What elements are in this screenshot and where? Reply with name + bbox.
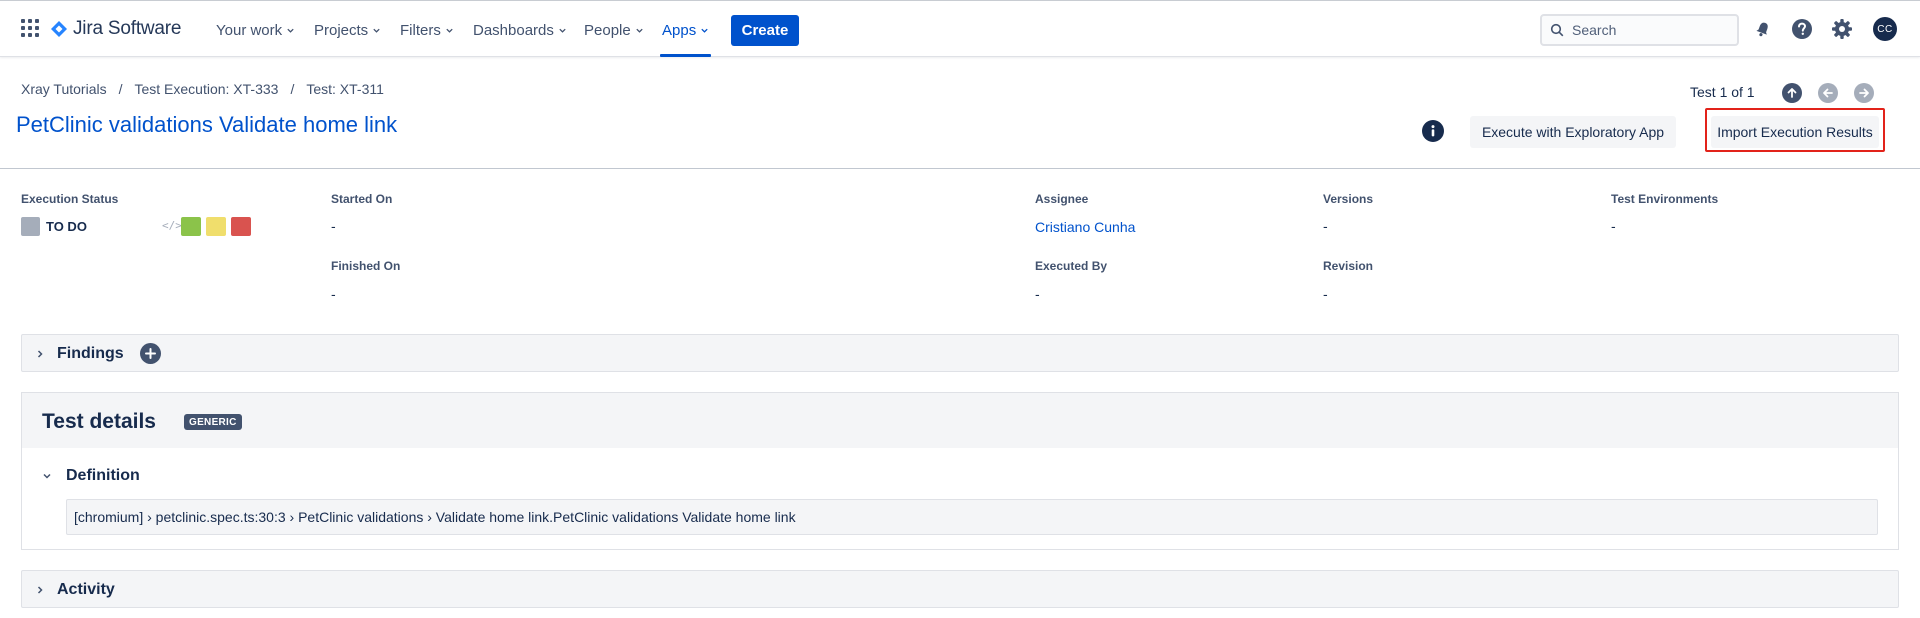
test-details-panel: Test details GENERIC Definition [chromiu… [21, 392, 1899, 550]
question-circle-icon [1792, 19, 1812, 39]
findings-panel[interactable]: Findings [21, 334, 1899, 372]
assignee-value[interactable]: Cristiano Cunha [1035, 219, 1135, 235]
finished-on-label: Finished On [331, 259, 401, 273]
current-status-swatch [21, 217, 40, 236]
top-navigation: Jira Software Your work Projects Filters… [0, 0, 1920, 57]
chevron-down-icon [446, 28, 453, 33]
finished-on-value: - [331, 286, 336, 302]
nav-your-work-label: Your work [216, 21, 283, 39]
test-type-badge: GENERIC [184, 414, 242, 430]
create-button[interactable]: Create [731, 15, 799, 46]
nav-projects-label: Projects [314, 21, 369, 39]
test-environments-label: Test Environments [1611, 192, 1719, 206]
nav-filters[interactable]: Filters [400, 20, 454, 40]
definition-text: [chromium] › petclinic.spec.ts:30:3 › Pe… [66, 499, 1878, 535]
search-input[interactable] [1572, 22, 1732, 38]
activity-panel[interactable]: Activity [21, 570, 1899, 608]
plus-icon [145, 348, 156, 359]
breadcrumb: Xray Tutorials / Test Execution: XT-333 … [21, 81, 384, 97]
findings-title: Findings [57, 345, 124, 362]
breadcrumb-item-test-execution[interactable]: Test Execution: XT-333 [134, 81, 278, 97]
page-title[interactable]: PetClinic validations Validate home link [16, 112, 397, 138]
breadcrumb-item-project[interactable]: Xray Tutorials [21, 81, 107, 97]
nav-people[interactable]: People [584, 20, 644, 40]
nav-dashboards-label: Dashboards [473, 21, 554, 39]
status-fail-option[interactable] [231, 217, 251, 236]
nav-people-label: People [584, 21, 631, 39]
chevron-down-icon[interactable] [42, 471, 52, 481]
code-icon[interactable]: </> [162, 219, 182, 232]
highlight-annotation [1705, 108, 1885, 152]
header-divider [0, 168, 1920, 169]
breadcrumb-item-test[interactable]: Test: XT-311 [306, 81, 384, 97]
nav-apps[interactable]: Apps [662, 20, 709, 40]
execution-status-value[interactable]: TO DO [46, 219, 87, 234]
product-name: Jira Software [73, 18, 182, 39]
versions-label: Versions [1323, 192, 1374, 206]
breadcrumb-separator: / [118, 81, 123, 97]
breadcrumb-separator: / [290, 81, 295, 97]
assignee-label: Assignee [1035, 192, 1089, 206]
status-executing-option[interactable] [206, 217, 226, 236]
info-icon[interactable] [1422, 120, 1444, 142]
test-details-header: Test details GENERIC [22, 393, 1898, 448]
nav-projects[interactable]: Projects [314, 20, 381, 40]
pager-previous-button[interactable] [1818, 83, 1838, 103]
status-pass-option[interactable] [181, 217, 201, 236]
test-pager-text: Test 1 of 1 [1690, 84, 1755, 100]
search-box[interactable] [1540, 14, 1739, 46]
executed-by-value: - [1035, 286, 1040, 302]
test-environments-value: - [1611, 218, 1616, 234]
active-nav-indicator [660, 54, 711, 57]
notifications-icon[interactable] [1751, 17, 1775, 41]
revision-label: Revision [1323, 259, 1374, 273]
user-avatar[interactable]: CC [1873, 17, 1897, 41]
nav-apps-label: Apps [662, 21, 697, 39]
jira-diamond-icon [51, 21, 67, 37]
test-details-title: Test details [42, 410, 156, 433]
nav-dashboards[interactable]: Dashboards [473, 20, 567, 40]
info-circle-icon [1431, 125, 1435, 137]
jira-logo[interactable]: Jira Software [51, 17, 181, 41]
gear-icon [1832, 19, 1852, 39]
app-switcher-icon[interactable] [21, 19, 39, 37]
definition-title[interactable]: Definition [66, 467, 140, 485]
add-finding-button[interactable] [140, 343, 161, 364]
chevron-down-icon [287, 28, 294, 33]
execute-exploratory-button[interactable]: Execute with Exploratory App [1470, 116, 1676, 148]
started-on-label: Started On [331, 192, 393, 206]
chevron-down-icon [701, 28, 708, 33]
chevron-down-icon [559, 28, 566, 33]
pager-up-button[interactable] [1782, 83, 1802, 103]
revision-value: - [1323, 286, 1328, 302]
nav-filters-label: Filters [400, 21, 441, 39]
chevron-right-icon [37, 350, 43, 358]
activity-title: Activity [57, 581, 115, 598]
nav-your-work[interactable]: Your work [216, 20, 295, 40]
bell-icon [1756, 22, 1768, 37]
help-icon[interactable] [1790, 17, 1814, 41]
arrow-right-icon [1859, 88, 1869, 98]
chevron-right-icon [37, 586, 43, 594]
arrow-left-icon [1823, 88, 1833, 98]
started-on-value: - [331, 218, 336, 234]
arrow-up-icon [1787, 88, 1797, 98]
chevron-down-icon [636, 28, 643, 33]
search-icon [1550, 23, 1564, 37]
pager-next-button[interactable] [1854, 83, 1874, 103]
chevron-down-icon [373, 28, 380, 33]
versions-value: - [1323, 218, 1328, 234]
executed-by-label: Executed By [1035, 259, 1108, 273]
settings-icon[interactable] [1830, 17, 1854, 41]
execution-status-label: Execution Status [21, 192, 119, 206]
